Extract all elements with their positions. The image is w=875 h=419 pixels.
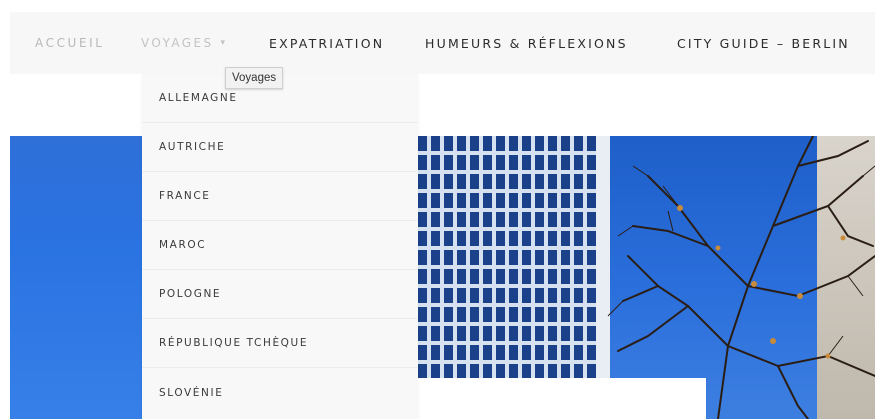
content-card-top [418, 378, 706, 419]
dropdown-item-maroc[interactable]: MAROC [142, 221, 418, 270]
nav-item-label: CITY GUIDE – BERLIN [677, 35, 850, 51]
nav-item-label: ACCUEIL [35, 36, 105, 50]
tooltip-text: Voyages [232, 72, 277, 84]
tree-branches [607, 136, 875, 419]
dropdown-item-autriche[interactable]: AUTRICHE [142, 123, 418, 172]
dropdown-item-label: AUTRICHE [159, 141, 226, 153]
main-navigation: ACCUEIL VOYAGES ▾ EXPATRIATION HUMEURS &… [10, 12, 875, 74]
dropdown-item-label: ALLEMAGNE [159, 92, 238, 104]
nav-item-city-guide-berlin[interactable]: CITY GUIDE – BERLIN [677, 12, 850, 74]
dropdown-item-france[interactable]: FRANCE [142, 172, 418, 221]
dropdown-item-slovenie[interactable]: SLOVÉNIE [142, 368, 418, 417]
nav-item-humeurs-reflexions[interactable]: HUMEURS & RÉFLEXIONS [425, 12, 628, 74]
dropdown-item-label: FRANCE [159, 190, 211, 202]
nav-item-voyages[interactable]: VOYAGES ▾ [141, 12, 225, 74]
hero-building-photo [418, 136, 875, 419]
chevron-down-icon: ▾ [220, 38, 226, 48]
nav-item-label: EXPATRIATION [269, 35, 385, 51]
dropdown-item-label: POLOGNE [159, 288, 222, 300]
nav-item-expatriation[interactable]: EXPATRIATION [269, 12, 384, 74]
voyages-tooltip: Voyages [225, 67, 284, 89]
voyages-dropdown-menu: ALLEMAGNE AUTRICHE FRANCE MAROC POLOGNE … [142, 74, 418, 419]
nav-item-accueil[interactable]: ACCUEIL [35, 12, 105, 74]
nav-item-label: VOYAGES [141, 36, 214, 50]
dropdown-item-republique-tcheque[interactable]: RÉPUBLIQUE TCHÈQUE [142, 319, 418, 368]
nav-item-label: HUMEURS & RÉFLEXIONS [425, 35, 628, 51]
dropdown-item-label: SLOVÉNIE [159, 386, 224, 399]
dropdown-item-label: RÉPUBLIQUE TCHÈQUE [159, 337, 309, 349]
dropdown-item-label: MAROC [159, 239, 207, 251]
dropdown-item-pologne[interactable]: POLOGNE [142, 270, 418, 319]
